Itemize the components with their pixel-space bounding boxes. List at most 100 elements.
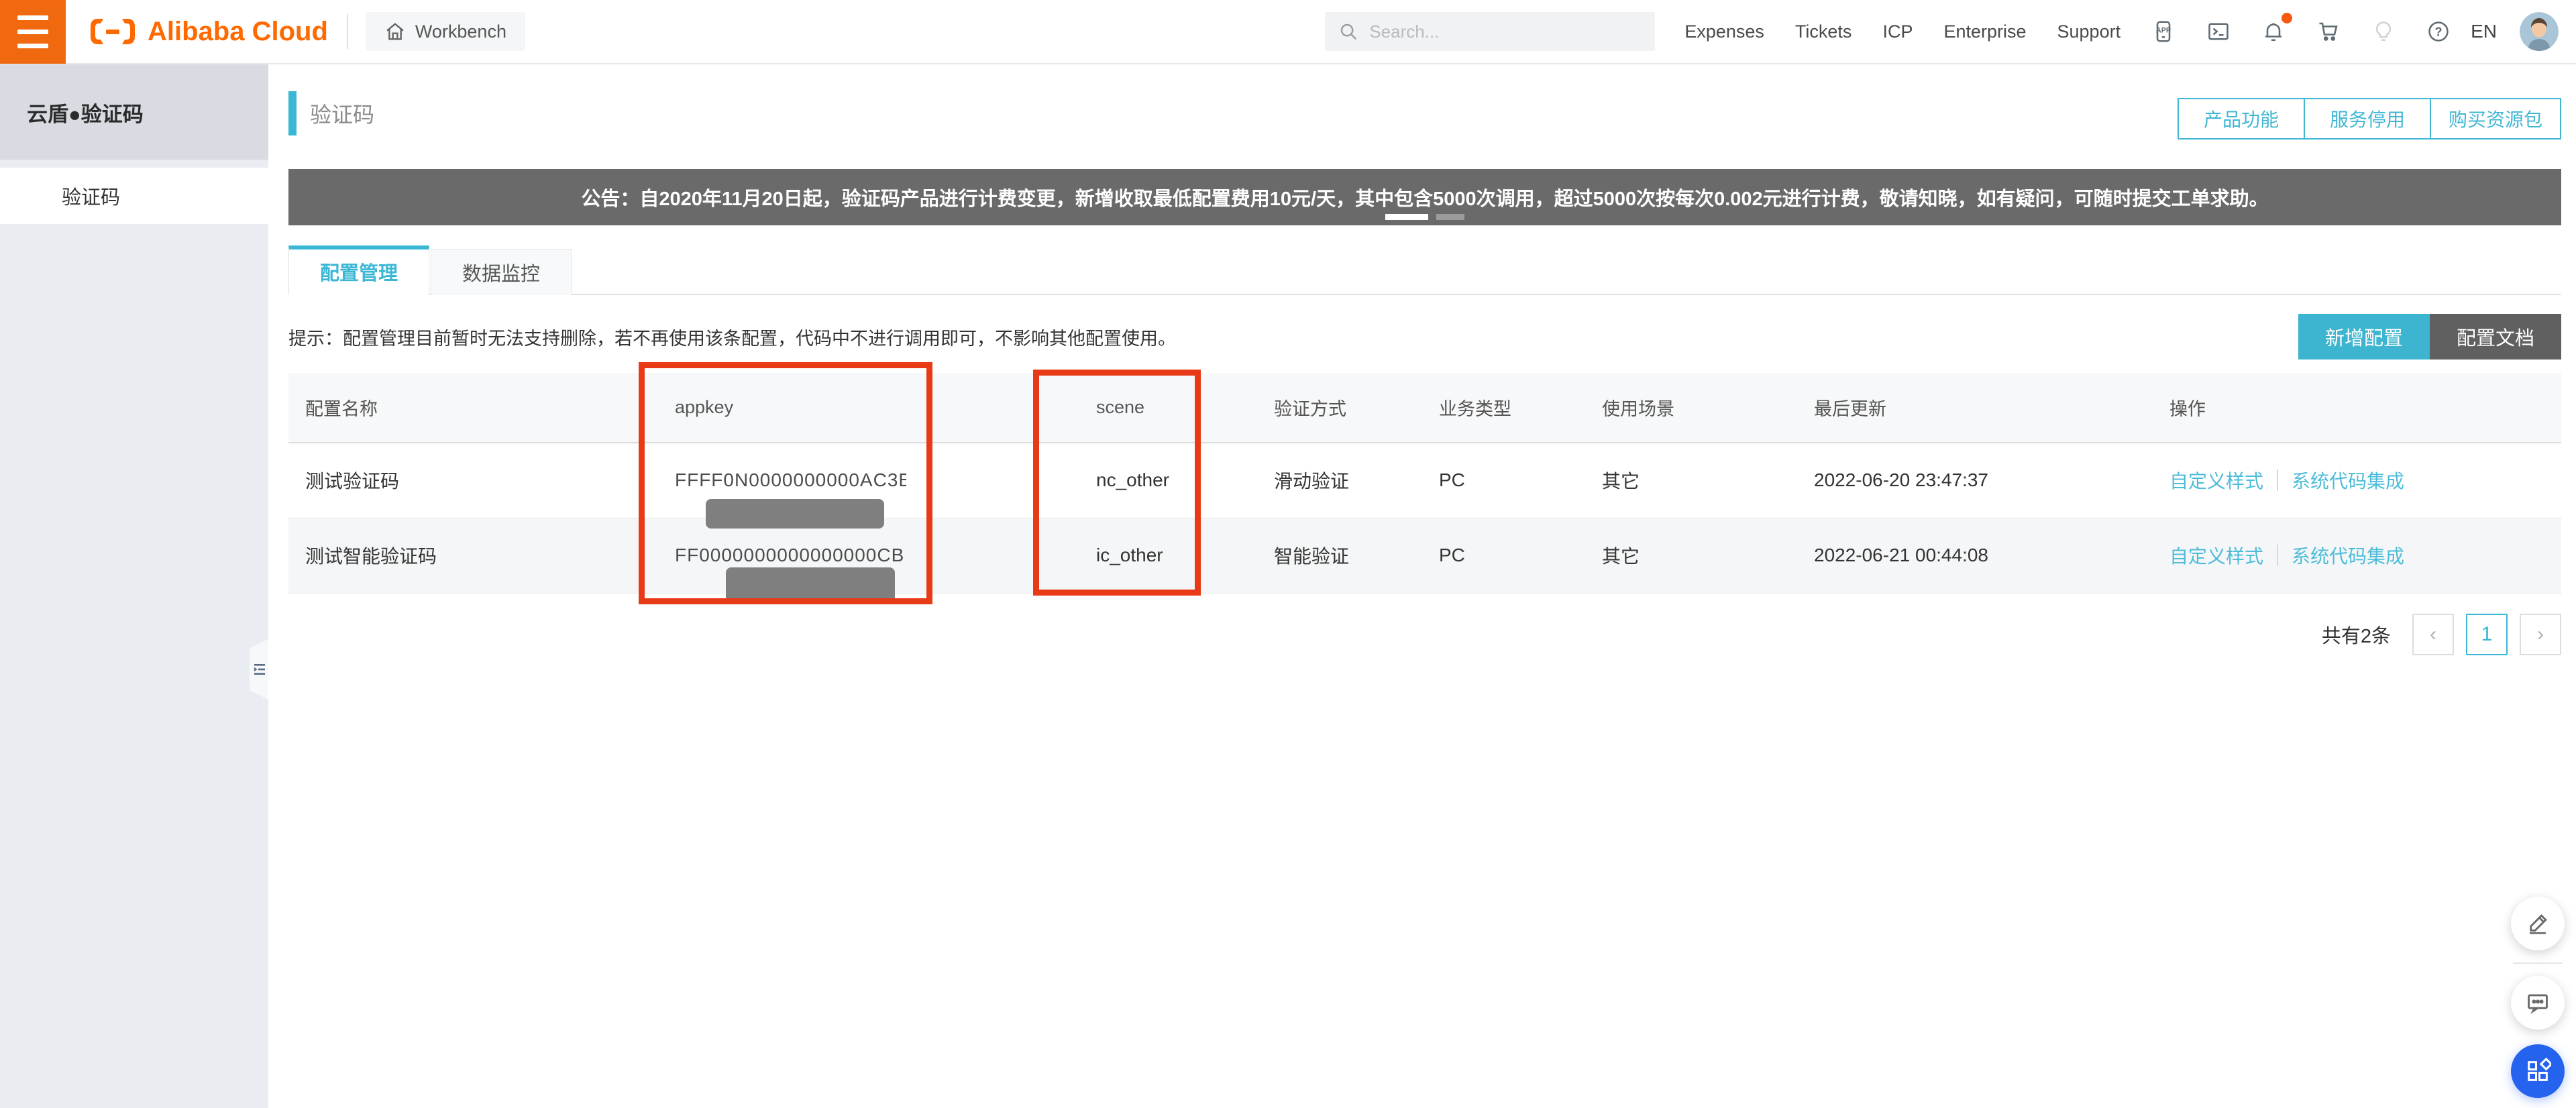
cell-appkey: FFFF0N0000000000AC3B	[658, 443, 1079, 529]
cell-scene: nc_other	[1079, 443, 1257, 518]
chat-icon	[2528, 994, 2548, 1014]
nav-link-enterprise[interactable]: Enterprise	[1943, 21, 2026, 42]
col-biz-type: 业务类型	[1422, 373, 1585, 443]
cell-last-updated: 2022-06-21 00:44:08	[1797, 518, 2153, 594]
appkey-redaction	[726, 567, 895, 602]
col-last-updated: 最后更新	[1797, 373, 2153, 443]
hint-row: 提示：配置管理目前暂时无法支持删除，若不再使用该条配置，代码中不进行调用即可，不…	[288, 314, 2561, 359]
col-config-name: 配置名称	[288, 373, 658, 443]
user-avatar[interactable]	[2520, 12, 2559, 51]
alibaba-cloud-logo-icon	[91, 19, 135, 44]
carousel-dash-inactive[interactable]	[1436, 214, 1464, 220]
console-terminal-icon[interactable]	[2205, 18, 2232, 45]
nav-link-icp[interactable]: ICP	[1882, 21, 1913, 42]
sidebar-item-captcha[interactable]: 验证码	[0, 168, 268, 224]
mobile-app-icon[interactable]: APP	[2150, 18, 2177, 45]
feedback-button[interactable]	[2511, 897, 2565, 950]
appkey-redaction	[706, 499, 884, 529]
action-separator	[2277, 469, 2279, 492]
announcement-text: 公告：自2020年11月20日起，验证码产品进行计费变更，新增收取最低配置费用1…	[581, 188, 2269, 210]
cell-usage-scene: 其它	[1585, 518, 1797, 594]
workbench-button[interactable]: Workbench	[365, 12, 525, 51]
cell-actions: 自定义样式 系统代码集成	[2153, 443, 2561, 518]
home-icon	[386, 23, 404, 40]
page-title: 验证码	[310, 103, 375, 127]
collapse-menu-icon	[254, 664, 265, 675]
logo-text: Alibaba Cloud	[148, 16, 328, 46]
current-page-button[interactable]: 1	[2466, 613, 2508, 655]
lightbulb-icon[interactable]	[2370, 18, 2397, 45]
topbar: Alibaba Cloud Workbench Expenses Tickets…	[0, 0, 2576, 64]
notification-dot	[2282, 13, 2293, 23]
total-count: 共有2条	[2321, 625, 2391, 647]
floating-divider	[2513, 962, 2563, 964]
svg-text:?: ?	[2435, 25, 2443, 39]
announcement-banner: 公告：自2020年11月20日起，验证码产品进行计费变更，新增收取最低配置费用1…	[288, 169, 2561, 225]
sidebar: 云盾●验证码 验证码	[0, 64, 268, 1108]
action-separator	[2277, 545, 2279, 566]
table-header-row: 配置名称 appkey scene 验证方式 业务类型 使用场景 最后更新 操作	[288, 373, 2561, 443]
page-header: 验证码 产品功能 服务停用 购买资源包	[268, 64, 2576, 169]
col-verify-type: 验证方式	[1257, 373, 1422, 443]
nav-link-tickets[interactable]: Tickets	[1795, 21, 1852, 42]
announcement-carousel	[1385, 214, 1464, 220]
prev-page-button[interactable]: ‹	[2412, 613, 2454, 655]
nav-link-support[interactable]: Support	[2057, 21, 2121, 42]
product-features-button[interactable]: 产品功能	[2177, 98, 2305, 140]
main-content: 验证码 产品功能 服务停用 购买资源包 公告：自2020年11月20日起，验证码…	[268, 64, 2576, 1108]
carousel-dash-active[interactable]	[1385, 214, 1428, 220]
custom-style-link[interactable]: 自定义样式	[2169, 467, 2263, 494]
nav-link-expenses[interactable]: Expenses	[1684, 21, 1764, 42]
page-header-buttons: 产品功能 服务停用 购买资源包	[2177, 98, 2561, 140]
service-suspend-button[interactable]: 服务停用	[2303, 98, 2431, 140]
table-row: 测试验证码 FFFF0N0000000000AC3B nc_other 滑动验证…	[288, 443, 2561, 529]
cell-appkey: FF0000000000000000CB	[658, 518, 1079, 602]
appkey-value: FF0000000000000000CB	[675, 545, 905, 565]
chat-support-button[interactable]	[2511, 976, 2565, 1030]
cell-biz-type: PC	[1422, 443, 1585, 518]
cell-config-name: 测试验证码	[288, 443, 658, 518]
floating-buttons	[2511, 897, 2565, 1098]
alibaba-cloud-logo[interactable]: Alibaba Cloud	[87, 15, 328, 48]
col-appkey: appkey	[658, 373, 1079, 443]
col-scene: scene	[1079, 373, 1257, 443]
cell-config-name: 测试智能验证码	[288, 518, 658, 594]
tab-data-monitoring[interactable]: 数据监控	[431, 249, 572, 295]
cell-actions: 自定义样式 系统代码集成	[2153, 518, 2561, 594]
action-buttons: 新增配置 配置文档	[2298, 314, 2561, 359]
svg-text:APP: APP	[2156, 27, 2171, 35]
tab-bar: 配置管理 数据监控	[288, 245, 2561, 295]
tab-config-management[interactable]: 配置管理	[288, 245, 430, 295]
widgets-button[interactable]	[2511, 1044, 2565, 1098]
system-code-link[interactable]: 系统代码集成	[2292, 467, 2404, 494]
cell-scene: ic_other	[1079, 518, 1257, 594]
help-icon[interactable]: ?	[2425, 18, 2452, 45]
pencil-icon	[2530, 914, 2547, 934]
notifications-bell-icon[interactable]	[2260, 13, 2293, 45]
table-row: 测试智能验证码 FF0000000000000000CB ic_other 智能…	[288, 518, 2561, 602]
add-config-button[interactable]: 新增配置	[2298, 314, 2430, 359]
widgets-icon	[2528, 1058, 2551, 1081]
hint-text: 提示：配置管理目前暂时无法支持删除，若不再使用该条配置，代码中不进行调用即可，不…	[288, 328, 1176, 349]
pagination: 共有2条 ‹ 1 ›	[268, 613, 2561, 655]
next-page-button[interactable]: ›	[2520, 613, 2561, 655]
appkey-value: FFFF0N0000000000AC3B	[675, 469, 906, 491]
search-input[interactable]	[1369, 21, 1625, 42]
config-docs-button[interactable]: 配置文档	[2429, 314, 2561, 359]
system-code-link[interactable]: 系统代码集成	[2292, 542, 2404, 569]
cell-verify-type: 滑动验证	[1257, 443, 1422, 518]
title-accent-bar	[288, 91, 297, 135]
language-switcher[interactable]: EN	[2471, 21, 2497, 42]
hamburger-menu-button[interactable]	[0, 0, 66, 64]
cell-verify-type: 智能验证	[1257, 518, 1422, 594]
cell-biz-type: PC	[1422, 518, 1585, 594]
custom-style-link[interactable]: 自定义样式	[2169, 542, 2263, 569]
topbar-icons: APP ?	[2150, 13, 2452, 45]
search-box[interactable]	[1325, 12, 1656, 51]
col-usage-scene: 使用场景	[1585, 373, 1797, 443]
buy-resource-pack-button[interactable]: 购买资源包	[2429, 98, 2561, 140]
cart-icon[interactable]	[2315, 18, 2342, 45]
sidebar-collapse-handle[interactable]	[250, 639, 270, 700]
app-root: Alibaba Cloud Workbench Expenses Tickets…	[0, 0, 2576, 1108]
topbar-links: Expenses Tickets ICP Enterprise Support	[1684, 21, 2121, 42]
